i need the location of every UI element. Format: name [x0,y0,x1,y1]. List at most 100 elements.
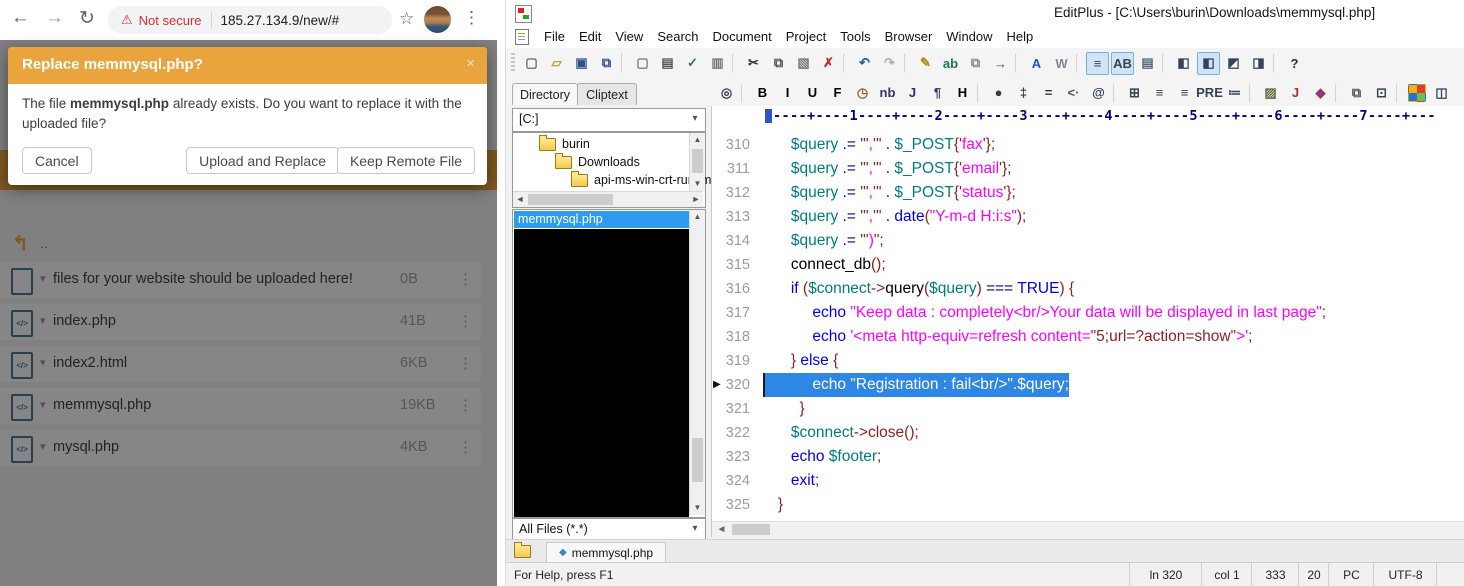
scroll-thumb[interactable] [692,438,703,482]
toolbar-icon[interactable]: ≡ [1086,52,1109,75]
code-area[interactable]: 310 $query .= "','" . $_POST{'fax'}; 311… [712,126,1464,521]
scroll-down-icon[interactable]: ▼ [690,177,705,191]
code-text[interactable]: if ($connect->query($query) === TRUE) { [765,277,1074,301]
tab-cliptext[interactable]: Cliptext [577,83,637,105]
profile-avatar[interactable] [424,6,451,33]
bookmark-star-icon[interactable]: ☆ [399,9,414,29]
html-toolbar-icon[interactable] [1335,83,1342,103]
code-text[interactable]: echo "Keep data : completely<br/>Your da… [765,301,1326,325]
url-text[interactable]: 185.27.134.9/new/# [221,13,340,28]
filter-dropdown-icon[interactable]: ▾ [687,521,703,537]
toolbar-icon[interactable]: A [1025,52,1048,75]
html-toolbar-icon[interactable]: ⧉ [1345,81,1368,104]
toolbar-icon[interactable]: ▢ [520,52,543,75]
toolbar-icon[interactable] [843,53,850,73]
html-toolbar-icon[interactable] [1113,83,1120,103]
document-icon[interactable] [515,29,529,45]
menu-item[interactable]: File [537,27,572,46]
html-toolbar-icon[interactable]: ≡ [1173,81,1196,104]
toolbar-icon[interactable]: ▣ [570,52,593,75]
code-text[interactable]: $query .= "')"; [765,229,884,253]
html-toolbar-icon[interactable]: ‡ [1012,81,1035,104]
toolbar-icon[interactable]: ▢ [631,52,654,75]
toolbar-grip[interactable] [511,53,515,73]
code-text[interactable]: $query .= "','" . date("Y-m-d H:i:s"); [765,205,1026,229]
html-toolbar-icon[interactable]: ◷ [851,81,874,104]
toolbar-icon[interactable]: ? [1283,52,1306,75]
scroll-left-icon[interactable]: ◄ [714,522,729,537]
html-toolbar-icon[interactable]: F [826,81,849,104]
code-line[interactable]: 313 $query .= "','" . date("Y-m-d H:i:s"… [712,205,1464,229]
code-text[interactable]: exit; [765,469,819,493]
code-line[interactable]: 318 echo '<meta http-equiv=refresh conte… [712,325,1464,349]
html-toolbar-icon[interactable]: I [776,81,799,104]
toolbar-icon[interactable]: ◨ [1247,52,1270,75]
code-line[interactable]: 325 } [712,493,1464,517]
code-line[interactable]: 321 } [712,397,1464,421]
html-toolbar-icon[interactable]: J [901,81,924,104]
html-toolbar-icon[interactable]: ≔ [1223,81,1246,104]
html-toolbar-icon[interactable]: U [801,81,824,104]
close-icon[interactable]: × [466,55,475,72]
scroll-thumb[interactable] [732,524,770,535]
tree-vertical-scrollbar[interactable]: ▲ ▼ [689,133,705,191]
toolbar-icon[interactable] [1076,53,1083,73]
scroll-right-icon[interactable]: ► [689,192,703,207]
tree-item[interactable]: api-ms-win-crt-runtim [513,171,739,189]
drive-dropdown-icon[interactable]: ▾ [687,111,703,127]
browser-menu-icon[interactable]: ⋮ [463,8,480,28]
html-toolbar-icon[interactable]: <· [1062,81,1085,104]
code-line[interactable]: 316 if ($connect->query($query) === TRUE… [712,277,1464,301]
forward-icon[interactable]: → [45,7,64,29]
menu-item[interactable]: Document [706,27,779,46]
toolbar-icon[interactable] [732,53,739,73]
html-toolbar-icon[interactable]: nb [876,81,899,104]
tab-directory[interactable]: Directory [512,83,578,105]
code-line[interactable]: 317 echo "Keep data : completely<br/>You… [712,301,1464,325]
code-text[interactable]: echo "Registration : fail<br/>".$query; [763,373,1069,397]
html-toolbar-icon[interactable] [1249,83,1256,103]
toolbar-icon[interactable]: ab [939,52,962,75]
editor-horizontal-scrollbar[interactable]: ◄ [712,521,1464,538]
toolbar-icon[interactable]: ▤ [656,52,679,75]
html-toolbar-icon[interactable]: ▨ [1259,81,1282,104]
code-line[interactable]: 312 $query .= "','" . $_POST{'status'}; [712,181,1464,205]
filelist-vertical-scrollbar[interactable]: ▲ ▼ [689,210,705,515]
menu-item[interactable]: Edit [572,27,608,46]
toolbar-icon[interactable]: W [1050,52,1073,75]
html-toolbar-icon[interactable]: ≡ [1148,81,1171,104]
toolbar-icon[interactable]: ✓ [681,52,704,75]
cancel-button[interactable]: Cancel [22,147,92,174]
selected-file-item[interactable]: memmysql.php [514,211,693,228]
toolbar-icon[interactable]: AB [1111,52,1134,75]
menu-item[interactable]: Help [1000,27,1041,46]
scroll-up-icon[interactable]: ▲ [690,133,705,147]
html-toolbar-icon[interactable] [1396,83,1403,103]
menu-item[interactable]: Tools [833,27,877,46]
code-text[interactable]: echo $footer; [765,445,881,469]
code-text[interactable]: $query .= "','" . $_POST{'status'}; [765,181,1016,205]
scroll-up-icon[interactable]: ▲ [690,210,705,224]
scroll-thumb[interactable] [528,194,613,205]
reload-icon[interactable]: ↻ [79,7,95,30]
html-toolbar-icon[interactable]: ◫ [1430,81,1453,104]
code-line[interactable]: 324 exit; [712,469,1464,493]
menu-item[interactable]: View [608,27,650,46]
code-editor[interactable]: ----+----1----+----2----+----3----+----4… [711,106,1464,537]
html-toolbar-icon[interactable]: PRE [1198,81,1221,104]
html-toolbar-icon[interactable] [977,83,984,103]
code-line[interactable]: 322 $connect->close(); [712,421,1464,445]
code-line[interactable]: 310 $query .= "','" . $_POST{'fax'}; [712,133,1464,157]
code-text[interactable]: echo '<meta http-equiv=refresh content="… [765,325,1252,349]
toolbar-icon[interactable] [1015,53,1022,73]
toolbar-icon[interactable] [904,53,911,73]
not-secure-label[interactable]: Not secure [139,13,202,28]
toolbar-icon[interactable]: ◩ [1222,52,1245,75]
toolbar-icon[interactable]: → [989,52,1012,75]
code-text[interactable]: } [765,493,783,517]
document-tab[interactable]: ◆ memmysql.php [546,542,666,562]
code-line[interactable]: 311 $query .= "','" . $_POST{'email'}; [712,157,1464,181]
scroll-down-icon[interactable]: ▼ [690,501,705,515]
toolbar-icon[interactable]: ▤ [1136,52,1159,75]
code-line[interactable]: 319 } else { [712,349,1464,373]
